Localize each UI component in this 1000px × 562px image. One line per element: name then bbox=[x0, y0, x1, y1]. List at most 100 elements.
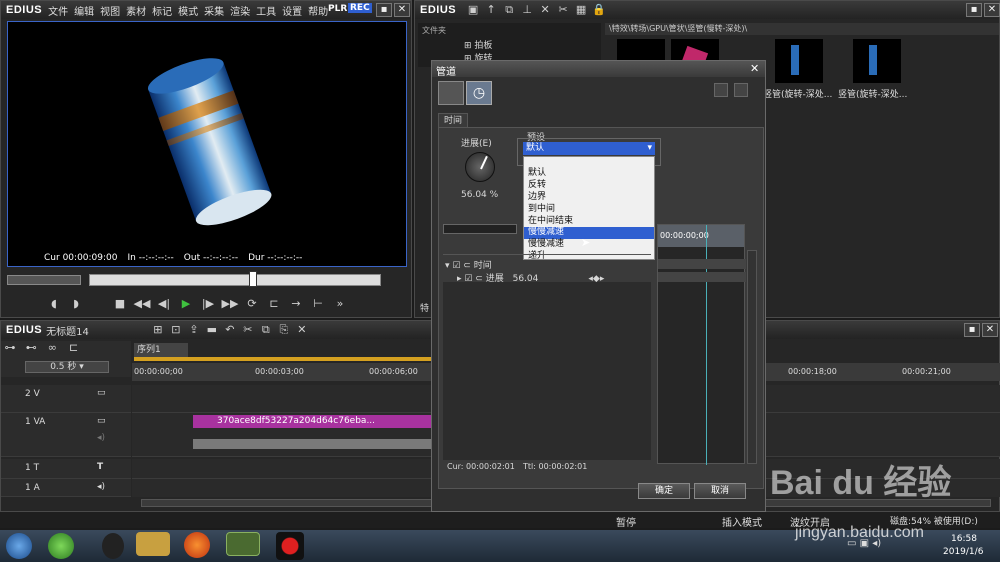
preset-option-to-middle[interactable]: 到中间 bbox=[524, 204, 654, 216]
render-icon[interactable]: ⊡ bbox=[167, 323, 185, 337]
kf-row-progress[interactable] bbox=[658, 272, 746, 282]
menu-view[interactable]: 视图 bbox=[100, 7, 120, 18]
progress-knob[interactable] bbox=[465, 152, 495, 182]
start-button[interactable] bbox=[6, 533, 32, 559]
clock-icon[interactable]: ◷ bbox=[466, 81, 492, 105]
video-track-icon-2[interactable]: ▭ bbox=[97, 416, 106, 426]
track-1a[interactable]: 1 A ◂) bbox=[1, 479, 131, 497]
close-icon[interactable]: ✕ bbox=[394, 3, 410, 17]
cut-tl-icon[interactable]: ✂ bbox=[239, 323, 257, 337]
position-handle[interactable] bbox=[249, 271, 257, 287]
title-track-icon[interactable]: T bbox=[97, 462, 103, 472]
fast-forward-icon[interactable]: ▶▶ bbox=[221, 297, 239, 311]
cancel-button[interactable]: 取消 bbox=[694, 483, 746, 499]
mark-out-icon[interactable]: ◗ bbox=[67, 297, 85, 311]
delete-tl-icon[interactable]: ✕ bbox=[293, 323, 311, 337]
position-slider[interactable] bbox=[89, 274, 381, 286]
menu-edit[interactable]: 编辑 bbox=[74, 7, 94, 18]
menu-marker[interactable]: 标记 bbox=[152, 7, 172, 18]
cut-icon[interactable]: ✂ bbox=[554, 3, 572, 17]
folder-icon[interactable]: ▣ bbox=[464, 3, 482, 17]
tree-row-time[interactable]: ▾ ☑ ⊂ 时间 bbox=[445, 258, 492, 271]
track-1t[interactable]: 1 T T bbox=[1, 459, 131, 479]
trim-icon[interactable]: ⊢ bbox=[309, 297, 327, 311]
group-icon[interactable]: ⊷ bbox=[22, 341, 40, 355]
qq-icon[interactable] bbox=[102, 533, 124, 559]
thumb-4[interactable] bbox=[853, 39, 901, 83]
minimize-button[interactable]: ▪ bbox=[376, 3, 392, 17]
menu-clip[interactable]: 素材 bbox=[126, 7, 146, 18]
export-icon[interactable]: ⇪ bbox=[185, 323, 203, 337]
menu-capture[interactable]: 采集 bbox=[204, 7, 224, 18]
audio-clip[interactable] bbox=[193, 439, 448, 449]
overwrite-icon[interactable]: → bbox=[287, 297, 305, 311]
menu-tools[interactable]: 工具 bbox=[256, 7, 276, 18]
ok-button[interactable]: 确定 bbox=[638, 483, 690, 499]
explorer-icon[interactable] bbox=[136, 532, 170, 556]
insert-icon[interactable]: ⊏ bbox=[265, 297, 283, 311]
track-1va[interactable]: 1 VA ▭ ◂) bbox=[1, 413, 131, 457]
tl-close-icon[interactable]: ✕ bbox=[982, 323, 998, 337]
view-icon[interactable]: ▦ bbox=[572, 3, 590, 17]
redo-dialog-icon[interactable] bbox=[734, 83, 748, 97]
zoom-select[interactable]: 0.5 秒 ▾ bbox=[25, 361, 109, 373]
add-clip-icon[interactable]: ⧉ bbox=[500, 3, 518, 17]
more-icon[interactable]: » bbox=[331, 297, 349, 311]
jog-slider[interactable] bbox=[7, 275, 81, 285]
loop-icon[interactable]: ⟳ bbox=[243, 297, 261, 311]
sort-icon[interactable]: ⊥ bbox=[518, 3, 536, 17]
video-track-icon[interactable]: ▭ bbox=[97, 388, 106, 398]
kf-zoom-slider[interactable] bbox=[443, 224, 517, 234]
edius-task-icon[interactable] bbox=[226, 532, 260, 556]
ripple-icon[interactable]: ∞ bbox=[43, 341, 61, 355]
preset-select[interactable]: 默认 ▾ bbox=[523, 142, 655, 155]
save-icon[interactable]: ▬ bbox=[203, 323, 221, 337]
speaker-icon[interactable]: ◂) bbox=[97, 433, 105, 443]
browser-icon[interactable] bbox=[48, 533, 74, 559]
tab-sequence1[interactable]: 序列1 bbox=[134, 343, 188, 357]
undo-icon[interactable]: ↶ bbox=[221, 323, 239, 337]
dialog-close-icon[interactable]: ✕ bbox=[750, 62, 759, 75]
menu-mode[interactable]: 模式 bbox=[178, 7, 198, 18]
firefox-icon[interactable] bbox=[184, 532, 210, 558]
palette-icon[interactable] bbox=[438, 81, 464, 105]
link-icon[interactable]: ⊶ bbox=[1, 341, 19, 355]
plr-label[interactable]: PLR bbox=[328, 4, 347, 14]
tree-item-clapper[interactable]: ⊞ 拍板 bbox=[418, 38, 601, 51]
menu-render[interactable]: 渲染 bbox=[230, 7, 250, 18]
thumb-3[interactable] bbox=[775, 39, 823, 83]
step-forward-icon[interactable]: |▶ bbox=[199, 297, 217, 311]
snap-icon[interactable]: ⊏ bbox=[65, 341, 83, 355]
tab-time[interactable]: 时间 bbox=[438, 113, 468, 127]
rewind-icon[interactable]: ◀◀ bbox=[133, 297, 151, 311]
kf-row-time[interactable] bbox=[658, 259, 746, 269]
preset-option-default[interactable]: 默认 bbox=[524, 168, 654, 180]
up-icon[interactable]: ↑ bbox=[482, 3, 500, 17]
delete-icon[interactable]: ✕ bbox=[536, 3, 554, 17]
play-icon[interactable]: ▶ bbox=[177, 297, 195, 311]
menu-settings[interactable]: 设置 bbox=[282, 7, 302, 18]
sequence-icon[interactable]: ⊞ bbox=[149, 323, 167, 337]
step-back-icon[interactable]: ◀| bbox=[155, 297, 173, 311]
preset-option-border[interactable]: 边界 bbox=[524, 192, 654, 204]
bin-minimize-button[interactable]: ▪ bbox=[966, 3, 982, 17]
mark-in-icon[interactable]: ◖ bbox=[45, 297, 63, 311]
tl-minimize-button[interactable]: ▪ bbox=[964, 323, 980, 337]
menu-file[interactable]: 文件 bbox=[48, 7, 68, 18]
preset-option-end-middle[interactable]: 在中间结束 bbox=[524, 216, 654, 228]
video-clip[interactable]: 370ace8df53227a204d64c76eba... bbox=[193, 415, 448, 428]
copy-icon[interactable]: ⧉ bbox=[257, 323, 275, 337]
undo-dialog-icon[interactable] bbox=[714, 83, 728, 97]
record-icon[interactable] bbox=[276, 532, 304, 560]
rec-label[interactable]: REC bbox=[348, 3, 372, 13]
bin-close-icon[interactable]: ✕ bbox=[984, 3, 1000, 17]
menu-help[interactable]: 帮助 bbox=[308, 7, 328, 18]
preset-option-reverse[interactable]: 反转 bbox=[524, 180, 654, 192]
kf-graph[interactable]: 00:00:00;00 bbox=[657, 224, 746, 465]
stop-icon[interactable]: ■ bbox=[111, 297, 129, 311]
audio-track-icon[interactable]: ◂) bbox=[97, 482, 105, 492]
kf-vscroll[interactable] bbox=[747, 250, 757, 464]
lock-icon[interactable]: 🔒 bbox=[590, 3, 608, 17]
paste-icon[interactable]: ⎘ bbox=[275, 323, 293, 337]
track-2v[interactable]: 2 V ▭ bbox=[1, 385, 131, 413]
